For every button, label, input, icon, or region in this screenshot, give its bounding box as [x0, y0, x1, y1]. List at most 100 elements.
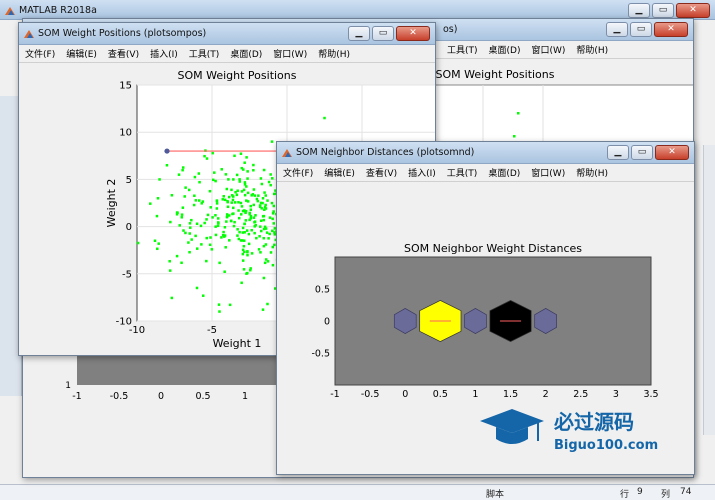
data-point: [250, 229, 253, 232]
x-tick-label: 0: [402, 389, 408, 400]
data-point: [180, 261, 183, 265]
menu-tools[interactable]: 工具(T): [189, 47, 220, 60]
data-point: [253, 194, 257, 197]
menu-insert[interactable]: 插入(I): [150, 47, 178, 60]
data-point: [262, 218, 266, 222]
data-point: [268, 216, 272, 219]
data-point: [238, 178, 241, 181]
menu-tools[interactable]: 工具(T): [447, 43, 478, 56]
data-point: [244, 219, 248, 222]
data-point: [249, 267, 252, 270]
data-point: [232, 206, 235, 210]
data-point: [209, 206, 212, 209]
data-point: [243, 250, 246, 254]
data-point: [200, 202, 204, 205]
data-point: [225, 220, 228, 223]
data-point: [239, 201, 243, 205]
minimize-button[interactable]: ▁: [628, 3, 650, 18]
menu-view[interactable]: 查看(V): [366, 166, 397, 179]
data-point: [168, 269, 172, 272]
data-point: [264, 194, 267, 197]
hidden-plot-title: SOM Weight Positions: [435, 68, 554, 81]
data-point: [271, 217, 274, 221]
weight-xlabel: Weight 1: [213, 337, 262, 350]
neighbor-close-button[interactable]: ✕: [655, 145, 689, 160]
data-point: [233, 154, 236, 158]
hidden-fig-controls: ▁ ▭ ✕: [606, 22, 688, 37]
data-point: [241, 226, 245, 230]
data-point: [206, 213, 210, 217]
weight-ylabel: Weight 2: [105, 179, 118, 228]
data-point: [243, 231, 246, 234]
data-point: [243, 222, 246, 226]
data-point: [157, 242, 160, 245]
data-point: [178, 224, 181, 227]
maximize-button[interactable]: ▭: [652, 3, 674, 18]
data-point: [270, 201, 274, 205]
menu-window[interactable]: 窗口(W): [531, 43, 565, 56]
close-button[interactable]: ✕: [676, 3, 710, 18]
data-point: [228, 239, 231, 242]
close-icon: ✕: [667, 24, 675, 34]
data-point: [262, 244, 266, 248]
data-point: [208, 189, 212, 193]
menu-insert[interactable]: 插入(I): [408, 166, 436, 179]
data-point: [227, 178, 230, 181]
data-point: [175, 254, 179, 258]
data-point: [241, 239, 244, 242]
data-point: [176, 211, 179, 215]
neighbor-minimize-button[interactable]: ▁: [607, 145, 629, 160]
data-point: [195, 286, 199, 290]
data-point: [253, 220, 257, 223]
data-point: [252, 188, 256, 191]
data-point: [193, 175, 197, 179]
weight-close-button[interactable]: ✕: [396, 26, 430, 41]
hidden-close-button[interactable]: ✕: [654, 22, 688, 37]
data-point: [225, 187, 229, 191]
y-tick-label: -0.5: [311, 349, 330, 360]
menu-help[interactable]: 帮助(H): [576, 43, 608, 56]
weight-maximize-button[interactable]: ▭: [372, 26, 394, 41]
menu-help[interactable]: 帮助(H): [318, 47, 350, 60]
main-scrollbar[interactable]: [703, 145, 715, 435]
data-point: [187, 241, 190, 244]
hidden-maximize-button[interactable]: ▭: [630, 22, 652, 37]
menu-window[interactable]: 窗口(W): [531, 166, 565, 179]
x-tick-label: 0.5: [433, 389, 448, 400]
minimize-icon: ▁: [355, 28, 363, 38]
neighbor-maximize-button[interactable]: ▭: [631, 145, 653, 160]
menu-desktop[interactable]: 桌面(D): [489, 43, 521, 56]
data-point: [198, 180, 201, 184]
minimize-icon: ▁: [635, 5, 643, 15]
menu-window[interactable]: 窗口(W): [273, 47, 307, 60]
data-point: [244, 211, 247, 215]
status-script: 脚本: [486, 490, 505, 500]
menu-file[interactable]: 文件(F): [25, 47, 55, 60]
menu-desktop[interactable]: 桌面(D): [230, 47, 262, 60]
data-point: [193, 194, 196, 197]
menu-file[interactable]: 文件(F): [283, 166, 313, 179]
data-point: [195, 247, 199, 250]
menu-edit[interactable]: 编辑(E): [66, 47, 97, 60]
weight-minimize-button[interactable]: ▁: [348, 26, 370, 41]
status-bar: 脚本 行 9 列 74: [0, 484, 715, 500]
x-tick-label: -5: [207, 325, 217, 336]
data-point: [246, 253, 249, 257]
x-tick-label: 1: [472, 389, 478, 400]
data-point: [149, 202, 152, 205]
menu-tools[interactable]: 工具(T): [447, 166, 478, 179]
data-point: [215, 199, 219, 202]
hidden-x-tick-label: 1: [242, 391, 248, 402]
hidden-minimize-button[interactable]: ▁: [606, 22, 628, 37]
neighbor-plot-title: SOM Neighbor Weight Distances: [404, 242, 582, 255]
menu-desktop[interactable]: 桌面(D): [488, 166, 520, 179]
data-point: [214, 225, 217, 228]
y-tick-label: 0.5: [315, 285, 330, 296]
data-point: [236, 228, 239, 231]
data-point: [230, 201, 234, 204]
data-point: [224, 173, 228, 176]
data-point: [323, 116, 326, 120]
menu-view[interactable]: 查看(V): [108, 47, 139, 60]
menu-edit[interactable]: 编辑(E): [324, 166, 355, 179]
menu-help[interactable]: 帮助(H): [576, 166, 608, 179]
